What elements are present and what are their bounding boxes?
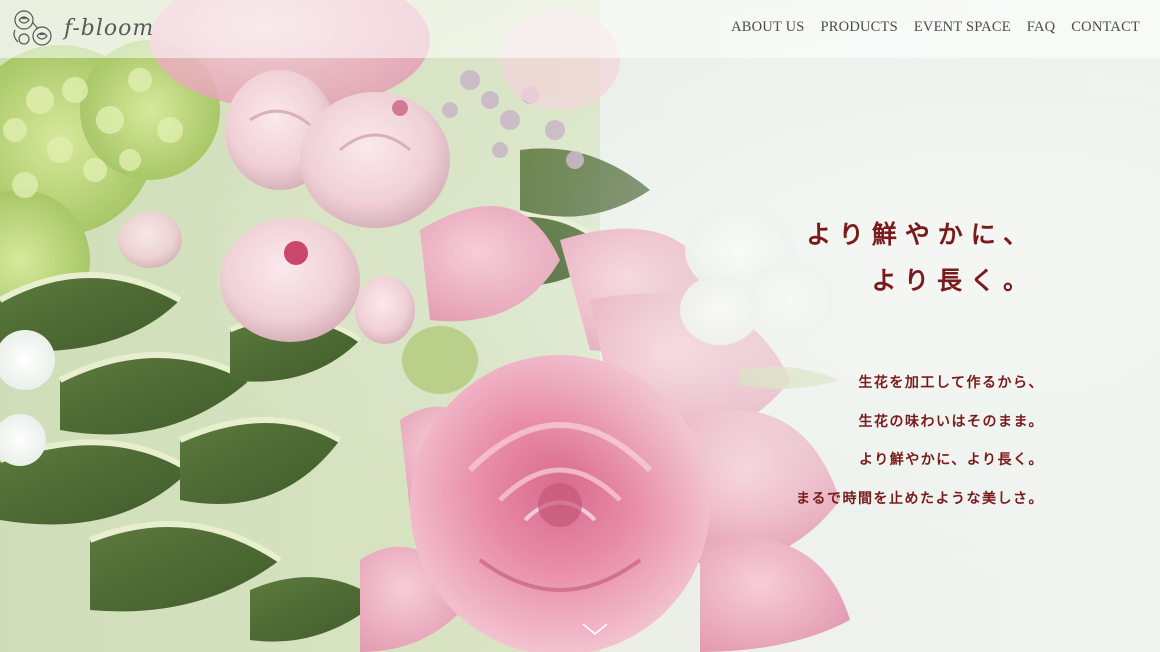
hero-headline-line-2: より長く。 [871, 266, 1036, 295]
hero-copy-line: より鮮やかに、より長く。 [858, 452, 1044, 468]
nav-item-contact[interactable]: CONTACT [1071, 19, 1140, 36]
rose-logo-icon [13, 10, 52, 46]
main-nav: ABOUT US PRODUCTS EVENT SPACE FAQ CONTAC… [731, 19, 1140, 36]
nav-item-faq[interactable]: FAQ [1027, 19, 1056, 36]
hero-headline-line-1: より鮮やかに、 [806, 220, 1036, 249]
hero-body-copy: 生花を加工して作るから、 生花の味わいはそのまま。 より鮮やかに、より長く。 ま… [796, 364, 1044, 518]
chevron-down-icon[interactable] [581, 620, 609, 638]
nav-item-products[interactable]: PRODUCTS [821, 19, 898, 36]
site-header: f-bloom ABOUT US PRODUCTS EVENT SPACE FA… [0, 0, 1160, 58]
nav-item-event-space[interactable]: EVENT SPACE [914, 19, 1011, 36]
hero-copy-line: 生花の味わいはそのまま。 [858, 413, 1044, 430]
site-logo[interactable]: f-bloom [10, 6, 154, 50]
hero-headline: より鮮やかに、 より長く。 [806, 212, 1036, 304]
page: f-bloom ABOUT US PRODUCTS EVENT SPACE FA… [0, 0, 1160, 652]
hero-flower-image [0, 0, 1160, 652]
hero-copy-line: 生花を加工して作るから、 [858, 375, 1044, 391]
hero-copy-line: まるで時間を止めたような美しさ。 [796, 490, 1044, 507]
brand-name: f-bloom [64, 15, 155, 41]
nav-item-about-us[interactable]: ABOUT US [731, 19, 804, 36]
